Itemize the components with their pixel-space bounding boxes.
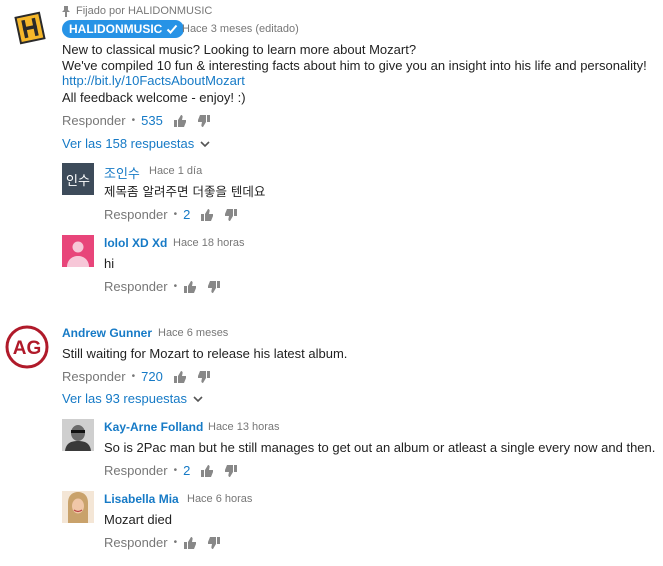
- reply-button[interactable]: Responder: [104, 279, 168, 294]
- reply-button[interactable]: Responder: [104, 207, 168, 222]
- comment-actions: Responder • 535: [62, 113, 221, 128]
- view-replies-label[interactable]: Ver las 93 respuestas: [62, 391, 187, 406]
- view-replies-label[interactable]: Ver las 158 respuestas: [62, 136, 194, 151]
- avatar-reply[interactable]: [62, 235, 94, 267]
- comment-author[interactable]: Andrew Gunner: [62, 326, 152, 340]
- reply-actions: Responder • 2: [104, 207, 248, 222]
- default-person-icon: [67, 241, 89, 267]
- separator-dot: •: [131, 115, 136, 126]
- pinned-label: Fijado por HALIDONMUSIC: [62, 5, 212, 17]
- thumbs-up-icon[interactable]: [183, 280, 197, 294]
- reply-text: Mozart died: [104, 512, 172, 527]
- avatar-initials: 인수: [66, 173, 90, 189]
- view-replies-button[interactable]: Ver las 158 respuestas: [62, 136, 210, 151]
- reply-actions: Responder •: [104, 279, 231, 294]
- thumbs-down-icon[interactable]: [207, 280, 221, 294]
- chevron-down-icon: [193, 395, 203, 402]
- thumbs-down-icon[interactable]: [224, 464, 238, 478]
- reply-author[interactable]: lolol XD Xd: [104, 236, 167, 250]
- avatar-halidonmusic[interactable]: [12, 10, 48, 46]
- reply-button[interactable]: Responder: [62, 113, 126, 128]
- reply-button[interactable]: Responder: [104, 463, 168, 478]
- reply-text: So is 2Pac man but he still manages to g…: [104, 440, 656, 455]
- separator-dot: •: [173, 209, 178, 220]
- comment-actions: Responder • 720: [62, 369, 221, 384]
- comment-time[interactable]: Hace 6 meses: [158, 327, 228, 339]
- reply-author[interactable]: Lisabella Mia: [104, 492, 179, 506]
- reply-text: 제목좀 알려주면 더좋을 텐데요: [104, 184, 266, 199]
- author-badge[interactable]: HALIDONMUSIC: [62, 20, 185, 38]
- thumbs-up-icon[interactable]: [200, 208, 214, 222]
- separator-dot: •: [131, 371, 136, 382]
- separator-dot: •: [173, 465, 178, 476]
- reply-time[interactable]: Hace 13 horas: [208, 421, 280, 433]
- reply-button[interactable]: Responder: [104, 535, 168, 550]
- reply-actions: Responder •: [104, 535, 231, 550]
- like-count: 535: [141, 113, 163, 128]
- photo-avatar: [62, 419, 94, 451]
- ag-logo: AG: [5, 325, 49, 369]
- avatar-reply[interactable]: 인수: [62, 163, 94, 195]
- comment-text-line-2: We've compiled 10 fun & interesting fact…: [62, 58, 647, 73]
- avatar-andrew-gunner[interactable]: AG: [5, 325, 49, 369]
- reply-time[interactable]: Hace 1 día: [149, 165, 202, 177]
- thumbs-up-icon[interactable]: [183, 536, 197, 550]
- like-count: 2: [183, 463, 191, 478]
- avatar-reply[interactable]: [62, 491, 94, 523]
- author-name[interactable]: HALIDONMUSIC: [69, 22, 162, 36]
- like-count: 720: [141, 369, 163, 384]
- reply-button[interactable]: Responder: [62, 369, 126, 384]
- chevron-down-icon: [200, 140, 210, 147]
- pin-icon: [62, 5, 70, 17]
- halidon-logo: [14, 11, 46, 45]
- thumbs-down-icon[interactable]: [197, 370, 211, 384]
- thumbs-up-icon[interactable]: [173, 114, 187, 128]
- reply-time[interactable]: Hace 6 horas: [187, 493, 252, 505]
- photo-avatar: [62, 491, 94, 523]
- separator-dot: •: [173, 281, 178, 292]
- separator-dot: •: [173, 537, 178, 548]
- comment-text-line-1: New to classical music? Looking to learn…: [62, 42, 417, 57]
- reply-author[interactable]: Kay-Arne Folland: [104, 420, 203, 434]
- thumbs-up-icon[interactable]: [200, 464, 214, 478]
- avatar-reply[interactable]: [62, 419, 94, 451]
- reply-actions: Responder • 2: [104, 463, 248, 478]
- view-replies-button[interactable]: Ver las 93 respuestas: [62, 391, 203, 406]
- verified-check-icon: [167, 24, 178, 34]
- pinned-text: Fijado por HALIDONMUSIC: [76, 5, 213, 17]
- thumbs-down-icon[interactable]: [197, 114, 211, 128]
- comment-text: Still waiting for Mozart to release his …: [62, 346, 348, 361]
- thumbs-down-icon[interactable]: [224, 208, 238, 222]
- reply-time[interactable]: Hace 18 horas: [173, 237, 245, 249]
- avatar-initials: AG: [13, 338, 42, 359]
- comment-time[interactable]: Hace 3 meses (editado): [182, 23, 299, 35]
- thumbs-down-icon[interactable]: [207, 536, 221, 550]
- thumbs-up-icon[interactable]: [173, 370, 187, 384]
- reply-author[interactable]: 조인수: [104, 163, 140, 182]
- like-count: 2: [183, 207, 191, 222]
- comment-link[interactable]: http://bit.ly/10FactsAboutMozart: [62, 73, 245, 88]
- reply-text: hi: [104, 256, 115, 271]
- comment-text-line-4: All feedback welcome - enjoy! :): [62, 90, 246, 105]
